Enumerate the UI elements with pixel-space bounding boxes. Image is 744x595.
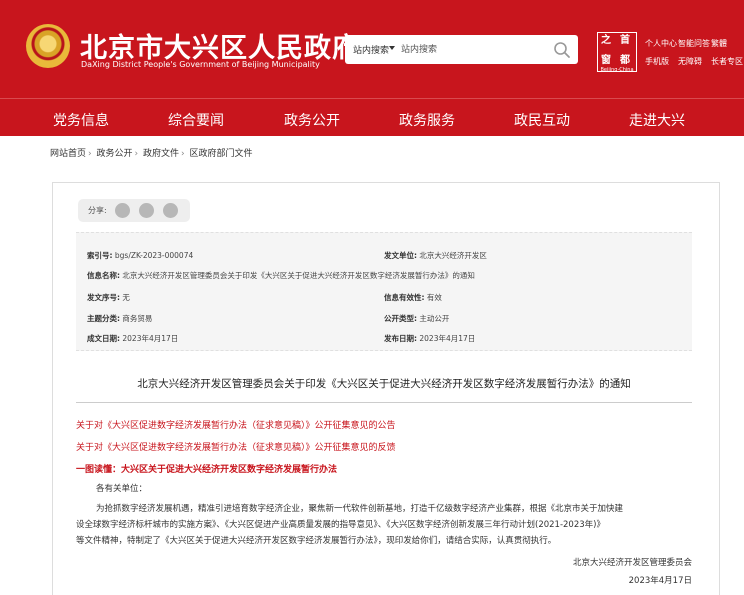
body-line-1: 为抢抓数字经济发展机遇，精准引进培育数字经济企业，聚焦新一代软件创新基地，打造千… <box>96 504 624 514</box>
chevron-down-icon[interactable] <box>389 46 395 50</box>
related-link-feedback[interactable]: 关于对《大兴区促进数字经济发展暂行办法（征求意见稿）》公开征集意见的反馈 <box>76 440 396 453</box>
salutation: 各有关单位： <box>96 484 148 494</box>
search-input[interactable] <box>401 41 541 58</box>
body-line-2: 设全球数字经济标杆城市的实施方案》、《大兴区促进产业高质量发展的指导意见》、《大… <box>76 520 605 530</box>
share-bar: 分享: <box>78 199 190 222</box>
breadcrumb-gov-docs[interactable]: 政府文件 <box>143 149 179 159</box>
link-accessibility[interactable]: 无障碍 <box>678 56 702 67</box>
meta-name: 信息名称: 北京大兴经济开发区管理委员会关于印发《大兴区关于促进大兴经济开发区数… <box>87 271 475 280</box>
meta-date: 成文日期: 2023年4月17日 <box>87 334 179 343</box>
title-divider <box>76 402 692 403</box>
nav-news[interactable]: 综合要闻 <box>168 110 224 130</box>
wechat-icon[interactable] <box>115 203 130 218</box>
nav-gov-service[interactable]: 政务服务 <box>399 110 455 130</box>
nav-gov-open[interactable]: 政务公开 <box>284 110 340 130</box>
document-title: 北京大兴经济开发区管理委员会关于印发《大兴区关于促进大兴经济开发区数字经济发展暂… <box>137 378 631 390</box>
nav-about-daxing[interactable]: 走进大兴 <box>629 110 685 130</box>
favorite-icon[interactable] <box>163 203 178 218</box>
meta-index: 索引号: bgs/ZK-2023-000074 <box>87 251 194 260</box>
capital-logo[interactable]: 之 首 窗 都 <box>597 32 637 72</box>
meta-issuer: 发文单位: 北京大兴经济开发区 <box>384 251 487 260</box>
breadcrumb-dept-docs[interactable]: 区政府部门文件 <box>190 149 253 159</box>
meta-docno: 发文序号: 无 <box>87 293 130 302</box>
document-metadata: 索引号: bgs/ZK-2023-000074 发文单位: 北京大兴经济开发区 … <box>76 232 692 351</box>
site-subtitle: DaXing District People's Government of B… <box>81 60 320 69</box>
signature: 北京大兴经济开发区管理委员会 <box>572 558 692 568</box>
meta-topic: 主题分类: 商务贸易 <box>87 314 153 323</box>
logo-caption: Beijing-China <box>600 67 634 73</box>
nav-party-info[interactable]: 党务信息 <box>53 110 109 130</box>
nav-interaction[interactable]: 政民互动 <box>514 110 570 130</box>
weibo-icon[interactable] <box>139 203 154 218</box>
link-personal-center[interactable]: 个人中心 <box>645 38 677 49</box>
breadcrumb-home[interactable]: 网站首页 <box>50 149 86 159</box>
search-icon[interactable] <box>553 41 571 59</box>
search-box: 站内搜索 <box>345 35 578 64</box>
national-emblem-icon <box>26 24 70 68</box>
link-traditional[interactable]: 繁體 <box>711 38 727 49</box>
link-elderly[interactable]: 长者专区 <box>711 56 743 67</box>
meta-public: 公开类型: 主动公开 <box>384 314 450 323</box>
search-scope-select[interactable]: 站内搜索 <box>353 43 389 56</box>
share-label: 分享: <box>88 206 107 215</box>
related-link-infographic[interactable]: 一图读懂：大兴区关于促进大兴经济开发区数字经济发展暂行办法 <box>76 462 337 475</box>
meta-validity: 信息有效性: 有效 <box>384 293 442 302</box>
link-smart-qa[interactable]: 智能问答 <box>678 38 710 49</box>
body-line-3: 等文件精神，特制定了《大兴区关于促进大兴经济开发区数字经济发展暂行办法》，现印发… <box>76 536 557 546</box>
related-link-notice[interactable]: 关于对《大兴区促进数字经济发展暂行办法（征求意见稿）》公开征集意见的公告 <box>76 418 396 431</box>
sign-date: 2023年4月17日 <box>628 576 692 586</box>
main-nav: 党务信息 综合要闻 政务公开 政务服务 政民互动 走进大兴 <box>0 98 744 136</box>
link-mobile[interactable]: 手机版 <box>645 56 669 67</box>
meta-pubdate: 发布日期: 2023年4月17日 <box>384 334 476 343</box>
breadcrumb-gov-open[interactable]: 政务公开 <box>97 149 133 159</box>
breadcrumb: 网站首页 › 政务公开 › 政府文件 › 区政府部门文件 <box>50 149 253 159</box>
